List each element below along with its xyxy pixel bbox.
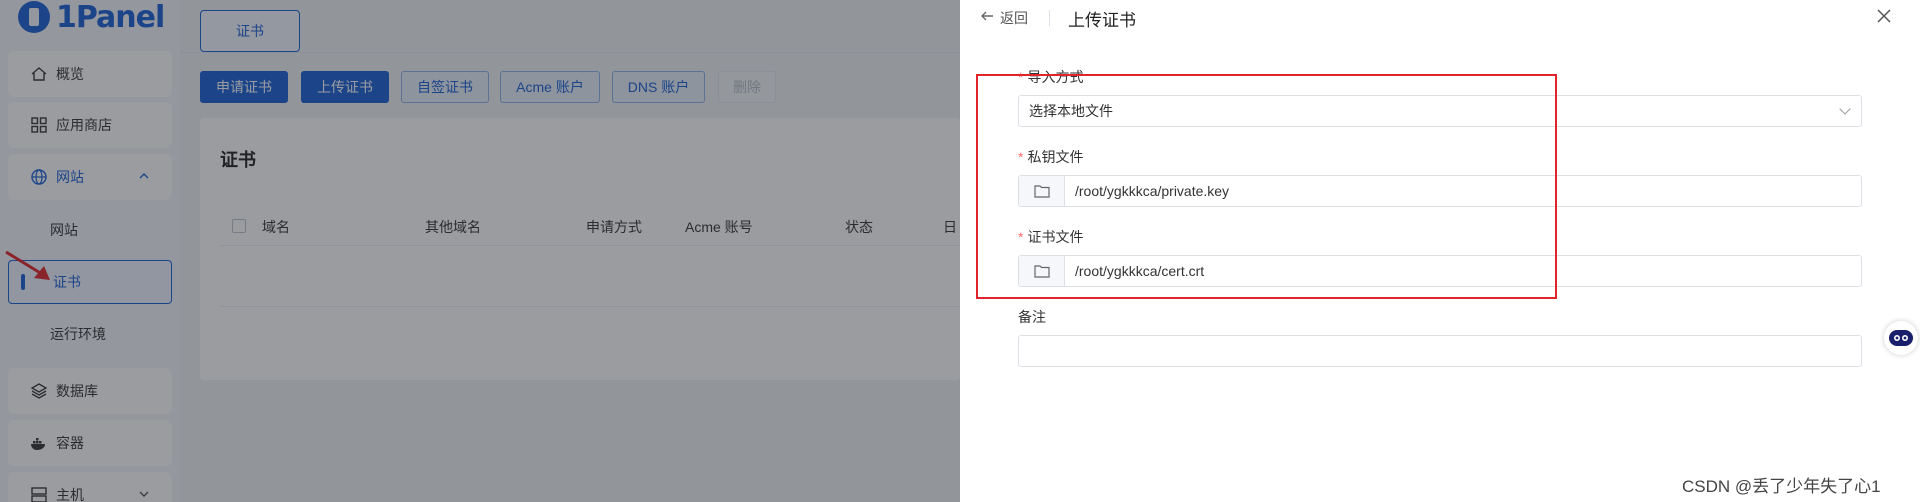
- private-key-label: * 私钥文件: [1018, 147, 1083, 167]
- drawer-title: 上传证书: [1068, 11, 1136, 30]
- cert-file-value: /root/ygkkkca/cert.crt: [1075, 263, 1205, 279]
- upload-certificate-drawer: 返回 上传证书 * 导入方式 选择本地文件 * 私钥文件 /root/ygkkkca…: [960, 0, 1920, 502]
- folder-icon[interactable]: [1019, 176, 1065, 206]
- label-text: 导入方式: [1027, 69, 1084, 85]
- required-mark: *: [1018, 229, 1024, 245]
- folder-icon[interactable]: [1019, 256, 1065, 286]
- cert-file-label: * 证书文件: [1018, 227, 1083, 247]
- assistant-robot-icon[interactable]: [1884, 321, 1918, 355]
- divider: [1049, 10, 1050, 26]
- chevron-down-icon: [1839, 103, 1851, 115]
- private-key-field[interactable]: /root/ygkkkca/private.key: [1018, 175, 1862, 207]
- private-key-value: /root/ygkkkca/private.key: [1075, 183, 1230, 199]
- remark-input[interactable]: [1018, 335, 1862, 367]
- label-text: 证书文件: [1027, 229, 1084, 245]
- close-icon[interactable]: [1876, 6, 1892, 28]
- modal-overlay[interactable]: [0, 0, 960, 502]
- label-text: 私钥文件: [1027, 149, 1084, 165]
- back-button[interactable]: 返回: [980, 8, 1028, 28]
- watermark: CSDN @丢了少年失了心1: [1682, 477, 1881, 496]
- import-method-label: * 导入方式: [1018, 67, 1083, 87]
- arrow-left-icon: [980, 9, 994, 28]
- required-mark: *: [1018, 69, 1024, 85]
- select-value: 选择本地文件: [1029, 103, 1113, 119]
- remark-label: 备注: [1018, 309, 1046, 325]
- required-mark: *: [1018, 149, 1024, 165]
- back-label: 返回: [1000, 10, 1028, 26]
- import-method-select[interactable]: 选择本地文件: [1018, 95, 1862, 127]
- cert-file-field[interactable]: /root/ygkkkca/cert.crt: [1018, 255, 1862, 287]
